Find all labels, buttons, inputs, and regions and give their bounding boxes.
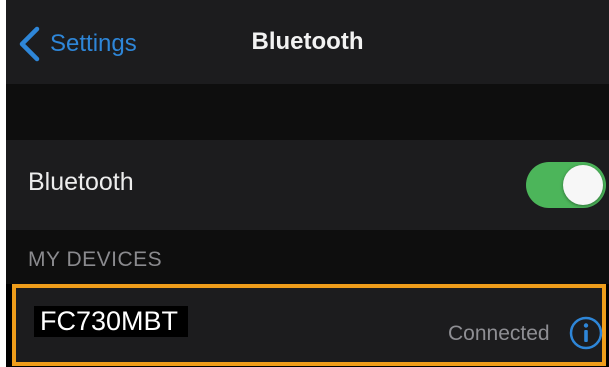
section-spacer xyxy=(6,84,609,140)
bluetooth-setting-label: Bluetooth xyxy=(28,168,134,196)
device-name: FC730MBT xyxy=(34,306,189,337)
bluetooth-toggle[interactable] xyxy=(526,162,606,208)
my-devices-section-header: MY DEVICES xyxy=(6,230,609,284)
info-icon[interactable] xyxy=(569,316,603,350)
section-header-label: MY DEVICES xyxy=(28,248,163,271)
device-status: Connected xyxy=(448,322,550,345)
navigation-bar: Settings Bluetooth xyxy=(6,0,609,84)
bluetooth-setting-row: Bluetooth xyxy=(6,140,609,230)
toggle-knob xyxy=(563,165,603,205)
settings-screen: Settings Bluetooth Bluetooth MY DEVICES … xyxy=(6,0,609,367)
page-title: Bluetooth xyxy=(251,28,364,55)
device-row-fc730mbt[interactable]: FC730MBT Connected xyxy=(12,284,606,366)
